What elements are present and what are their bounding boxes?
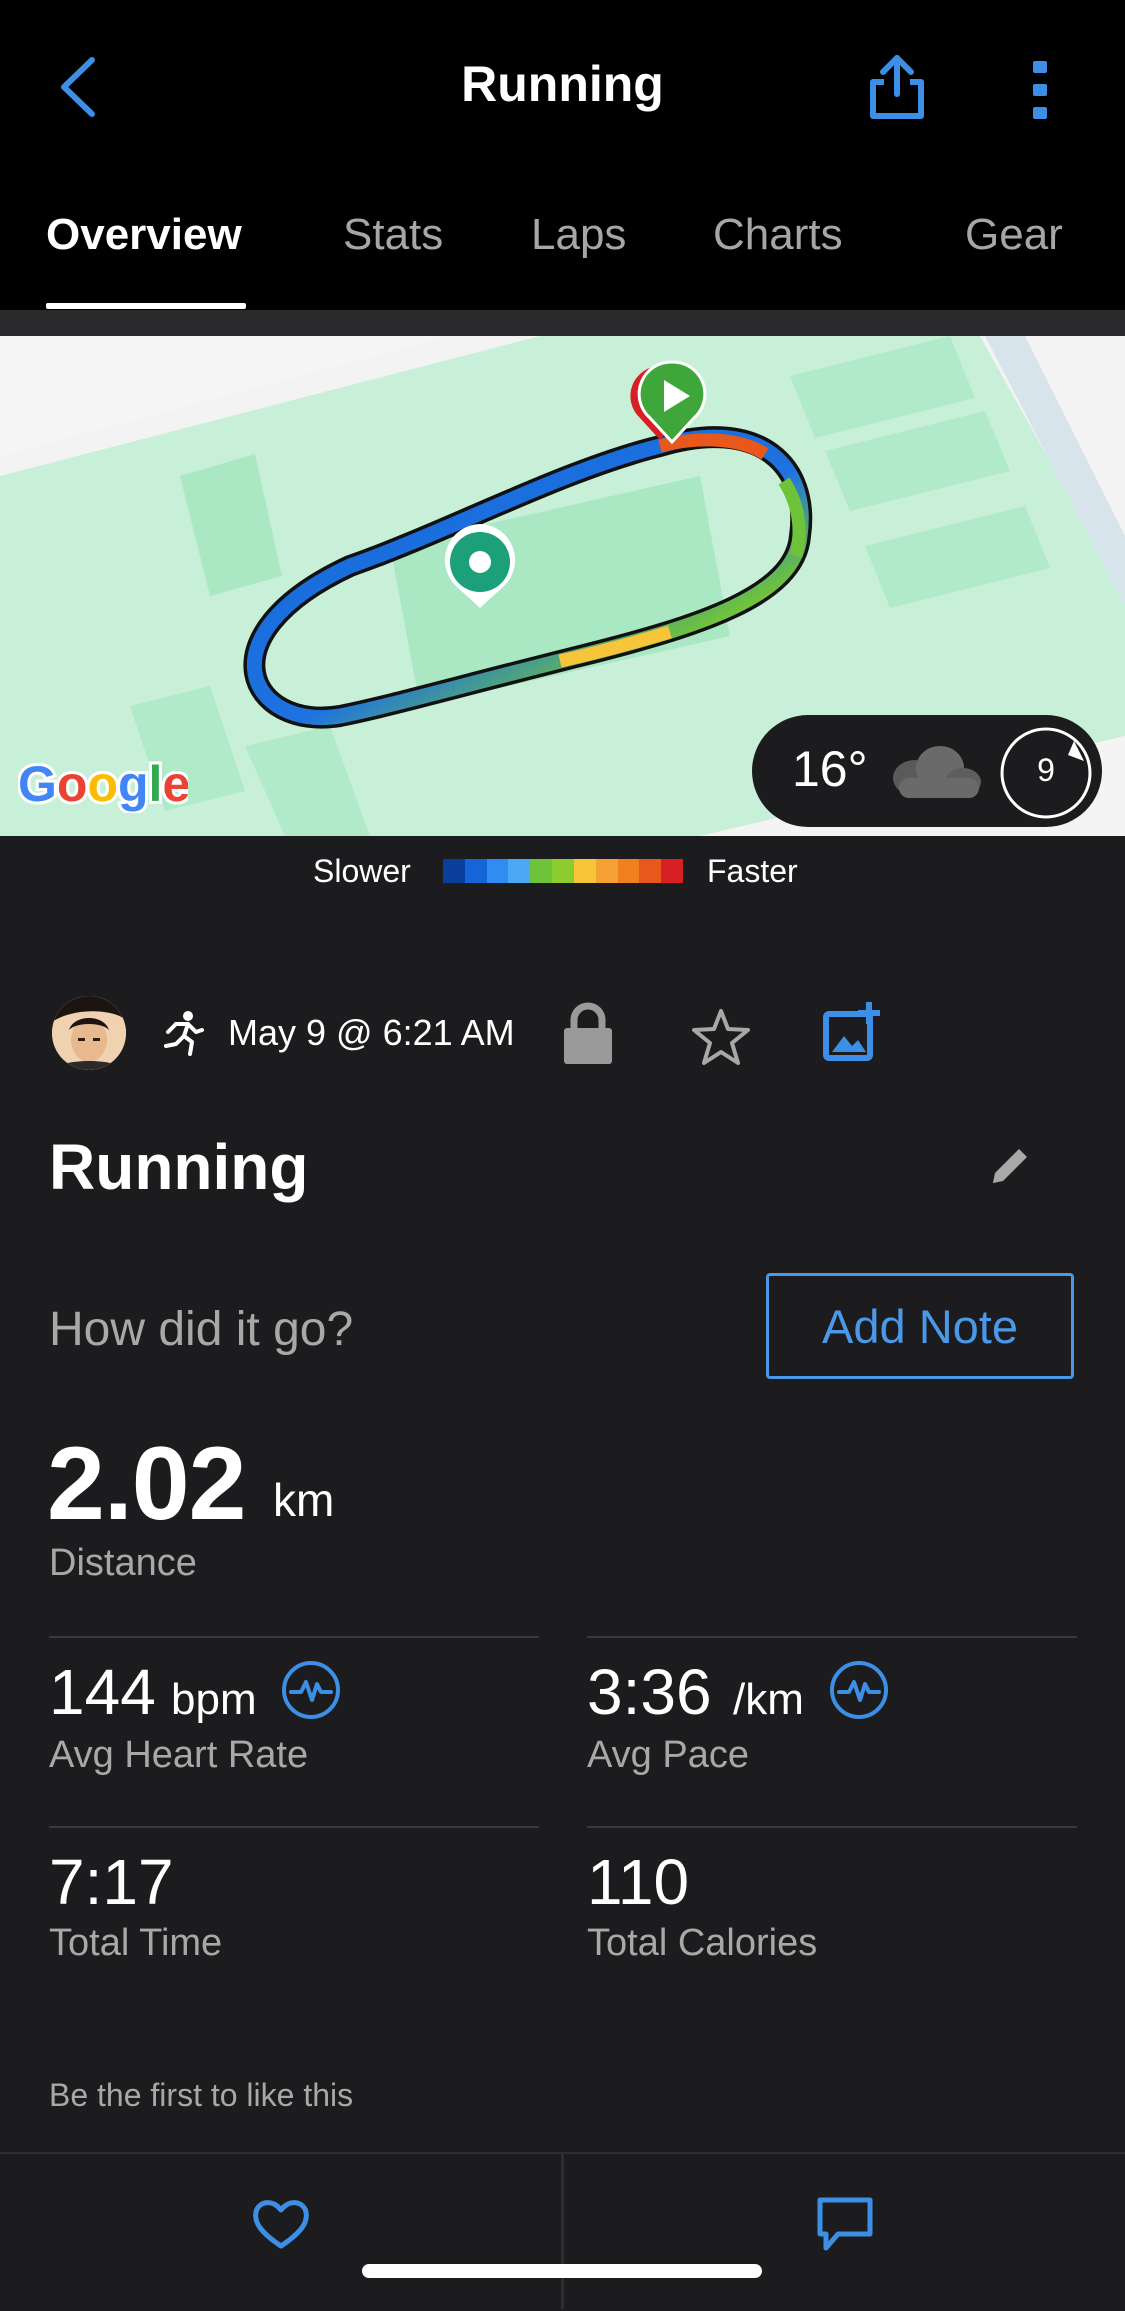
pace-chart-icon[interactable] xyxy=(829,1660,889,1720)
legend-color-swatch xyxy=(443,859,465,883)
cloud-icon xyxy=(893,746,981,798)
tab-gear[interactable]: Gear xyxy=(965,210,1063,260)
add-photo-icon[interactable] xyxy=(822,1000,886,1064)
tab-charts[interactable]: Charts xyxy=(713,210,843,260)
google-logo: Google Google xyxy=(18,757,188,813)
bottom-bar-separator xyxy=(561,2154,564,2309)
tab-bar: Overview Stats Laps Charts Gear xyxy=(0,200,1125,310)
heart-rate-chart-icon[interactable] xyxy=(281,1660,341,1720)
total-time-label: Total Time xyxy=(49,1922,223,1964)
share-icon[interactable] xyxy=(868,54,926,120)
tab-stats[interactable]: Stats xyxy=(343,210,443,260)
edit-pencil-icon[interactable] xyxy=(987,1143,1033,1189)
wind-value: 9 xyxy=(1037,752,1055,788)
privacy-lock-icon[interactable] xyxy=(562,1002,614,1066)
legend-color-swatch xyxy=(508,859,531,883)
distance-unit: km xyxy=(273,1474,335,1526)
total-calories-value: 110 xyxy=(587,1846,690,1918)
legend-color-swatch xyxy=(552,859,574,883)
active-tab-indicator xyxy=(46,303,246,309)
legend-slower-label: Slower xyxy=(313,853,411,889)
comment-icon[interactable] xyxy=(816,2196,874,2252)
legend-color-swatch xyxy=(639,859,662,883)
tab-overview[interactable]: Overview xyxy=(46,210,242,260)
like-heart-icon[interactable] xyxy=(250,2196,312,2252)
distance-label: Distance xyxy=(49,1542,197,1584)
legend-color-swatch xyxy=(595,859,618,883)
pace-legend-bar xyxy=(443,859,683,883)
legend-color-swatch xyxy=(486,859,509,883)
legend-color-swatch xyxy=(530,859,553,883)
pace-unit: /km xyxy=(733,1675,804,1724)
weather-temperature: 16° xyxy=(792,741,868,797)
heart-rate-label: Avg Heart Rate xyxy=(49,1734,309,1776)
section-divider xyxy=(0,310,1125,336)
tab-laps[interactable]: Laps xyxy=(531,210,626,260)
divider xyxy=(587,1826,1077,1828)
home-indicator xyxy=(362,2264,762,2278)
legend-color-swatch xyxy=(617,859,640,883)
add-note-button[interactable]: Add Note xyxy=(766,1273,1074,1379)
page-title: Running xyxy=(461,56,664,112)
legend-color-swatch xyxy=(464,859,487,883)
more-options-icon[interactable] xyxy=(1020,58,1060,122)
how-did-it-go-prompt: How did it go? xyxy=(49,1303,354,1356)
legend-color-swatch xyxy=(573,859,596,883)
favorite-star-icon[interactable] xyxy=(690,1007,752,1067)
heart-rate-unit: bpm xyxy=(171,1675,257,1724)
running-activity-icon xyxy=(164,1011,204,1056)
divider xyxy=(49,1636,539,1638)
pace-label: Avg Pace xyxy=(587,1734,749,1776)
svg-text:Google: Google xyxy=(18,757,188,812)
divider xyxy=(49,1826,539,1828)
activity-name: Running xyxy=(49,1131,309,1203)
activity-date: May 9 @ 6:21 AM xyxy=(228,1012,515,1053)
likes-text: Be the first to like this xyxy=(49,2077,354,2113)
legend-color-swatch xyxy=(661,859,683,883)
divider xyxy=(587,1636,1077,1638)
distance-value: 2.02 xyxy=(47,1426,246,1542)
total-time-value: 7:17 xyxy=(49,1846,174,1918)
pace-value: 3:36 xyxy=(587,1656,712,1728)
total-calories-label: Total Calories xyxy=(587,1922,818,1964)
avatar[interactable] xyxy=(52,996,126,1070)
legend-faster-label: Faster xyxy=(707,853,798,889)
heart-rate-value: 144 xyxy=(49,1656,156,1728)
